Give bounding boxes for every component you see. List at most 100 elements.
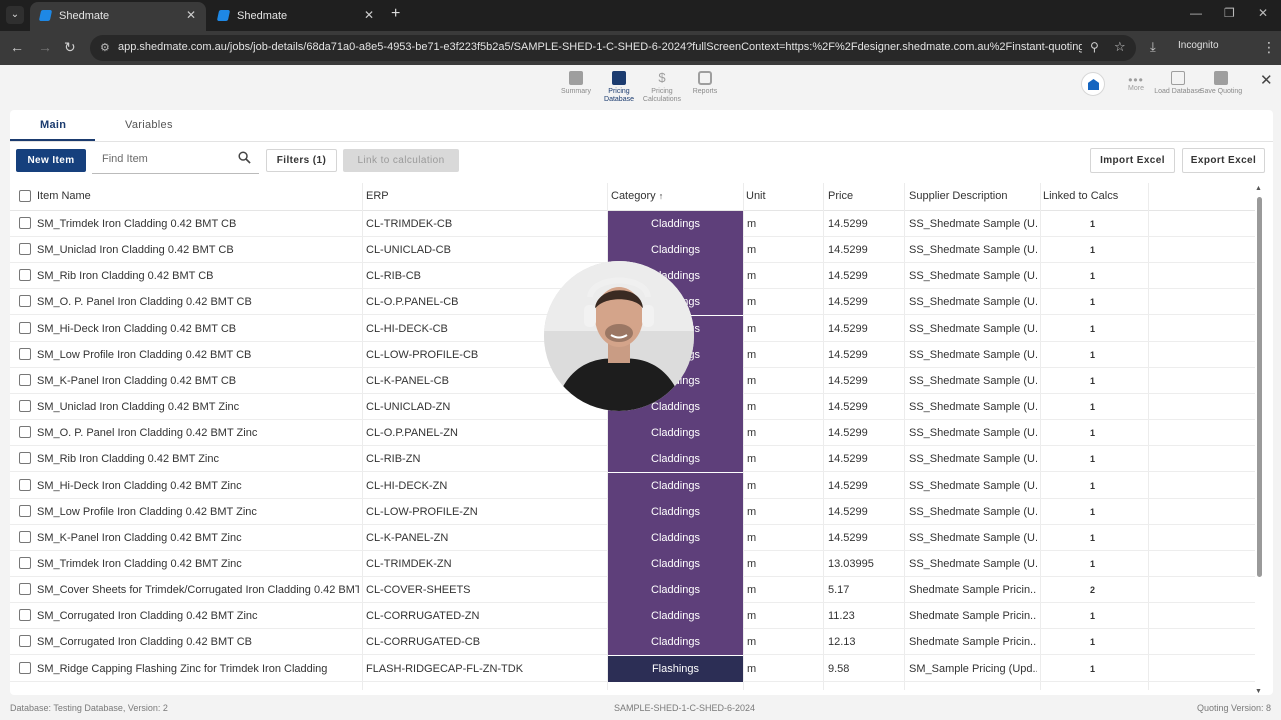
window-close-icon[interactable]: ✕ [1258,6,1268,20]
table-row[interactable]: SM_Cover Sheets for Trimdek/Corrugated I… [10,577,1255,604]
filters-button[interactable]: Filters (1) [266,149,337,172]
cell-item-name: SM_Low Profile Iron Cladding 0.42 BMT Zi… [37,505,257,518]
tab-search-icon[interactable]: ⌄ [6,6,24,24]
browser-tab-active[interactable]: Shedmate ✕ [30,2,206,31]
reload-icon[interactable]: ↻ [64,39,76,56]
row-checkbox[interactable] [19,243,31,256]
cell-linked-count[interactable]: 1 [1090,219,1095,229]
cell-linked-count[interactable]: 1 [1090,402,1095,412]
row-checkbox[interactable] [19,400,31,413]
cell-linked-count[interactable]: 1 [1090,376,1095,386]
table-row[interactable]: SM_K-Panel Iron Cladding 0.42 BMT Zinc CL… [10,524,1255,551]
new-item-button[interactable]: New Item [16,149,86,172]
cell-unit: m [747,531,757,544]
cell-price: 14.5299 [828,479,868,492]
cell-linked-count[interactable]: 1 [1090,454,1095,464]
cell-linked-count[interactable]: 1 [1090,611,1095,621]
cell-linked-count[interactable]: 1 [1090,664,1095,674]
cell-linked-count[interactable]: 1 [1090,271,1095,281]
export-excel-button[interactable]: Export Excel [1182,148,1265,173]
scroll-up-icon[interactable]: ▲ [1255,185,1262,192]
close-tab-icon[interactable]: ✕ [186,8,196,22]
header-price[interactable]: Price [828,190,853,202]
minimize-icon[interactable]: — [1190,6,1202,20]
row-checkbox[interactable] [19,426,31,439]
zoom-icon[interactable]: ⚲ [1090,40,1099,54]
nav-reports[interactable]: Reports [680,71,730,96]
header-category[interactable]: Category ↑ [611,190,663,202]
row-checkbox[interactable] [19,217,31,229]
row-checkbox[interactable] [19,452,31,465]
row-checkbox[interactable] [19,295,31,308]
cell-linked-count[interactable]: 1 [1090,350,1095,360]
browser-menu-icon[interactable]: ⋮ [1262,39,1276,56]
cell-linked-count[interactable]: 1 [1090,245,1095,255]
table-row[interactable]: SM_Corrugated Iron Cladding 0.42 BMT CB C… [10,629,1255,656]
cell-unit: m [747,505,757,518]
save-quoting-button[interactable]: Save Quoting [1196,71,1246,96]
row-checkbox[interactable] [19,478,31,491]
back-icon[interactable]: ← [10,39,24,55]
tab-main[interactable]: Main [40,119,66,131]
header-linked-to-calcs[interactable]: Linked to Calcs [1043,190,1118,202]
scroll-down-icon[interactable]: ▼ [1255,688,1262,695]
bookmark-star-icon[interactable]: ☆ [1114,39,1126,55]
select-all-checkbox[interactable] [19,190,31,202]
table-row[interactable]: SM_O. P. Panel Iron Cladding 0.42 BMT Zi… [10,420,1255,447]
close-tab-icon[interactable]: ✕ [364,8,374,22]
row-checkbox[interactable] [19,583,31,596]
cell-item-name: SM_Corrugated Iron Cladding 0.42 BMT Zin… [37,610,258,623]
address-bar[interactable]: ⚙ app.shedmate.com.au/jobs/job-details/6… [90,35,1136,61]
cell-price: 14.5299 [828,531,868,544]
cell-unit: m [747,557,757,570]
scrollbar-thumb[interactable] [1257,197,1262,577]
incognito-badge[interactable]: Incognito [1178,40,1219,51]
new-tab-icon[interactable]: + [391,5,400,23]
row-checkbox[interactable] [19,321,31,334]
header-item-name[interactable]: Item Name [37,190,91,202]
cell-linked-count[interactable]: 1 [1090,533,1095,543]
cell-linked-count[interactable]: 1 [1090,297,1095,307]
table-scrollbar[interactable]: ▲ ▼ [1255,185,1263,695]
search-icon[interactable] [238,151,251,164]
table-row[interactable]: SM_Corrugated Iron Cladding 0.42 BMT Zin… [10,603,1255,630]
row-checkbox[interactable] [19,269,31,282]
cell-linked-count[interactable]: 1 [1090,559,1095,569]
table-row[interactable]: SM_Ridge Capping Flashing Zinc for Trimd… [10,655,1255,682]
cell-linked-count[interactable]: 1 [1090,481,1095,491]
header-erp[interactable]: ERP [366,190,389,202]
site-info-icon[interactable]: ⚙ [100,41,113,54]
row-checkbox[interactable] [19,635,31,648]
header-supplier-description[interactable]: Supplier Description [909,190,1007,202]
table-row[interactable]: SM_Rib Iron Cladding 0.42 BMT Zinc CL-RIB… [10,446,1255,473]
row-checkbox[interactable] [19,373,31,386]
cell-linked-count[interactable]: 1 [1090,324,1095,334]
close-icon[interactable]: ✕ [1260,71,1273,89]
forward-icon[interactable]: → [38,39,52,55]
cell-linked-count[interactable]: 2 [1090,585,1095,595]
table-row[interactable]: SM_Hi-Deck Iron Cladding 0.42 BMT Zinc CL… [10,472,1255,499]
row-checkbox[interactable] [19,609,31,622]
link-to-calculation-button[interactable]: Link to calculation [343,149,459,172]
table-row[interactable]: SM_Low Profile Iron Cladding 0.42 BMT Zi… [10,498,1255,525]
tab-variables[interactable]: Variables [125,119,173,131]
row-checkbox[interactable] [19,530,31,543]
browser-tab[interactable]: Shedmate ✕ [208,2,384,31]
row-checkbox[interactable] [19,347,31,360]
import-excel-button[interactable]: Import Excel [1090,148,1175,173]
row-checkbox[interactable] [19,504,31,517]
download-icon[interactable]: ⤓ [1150,39,1156,55]
table-row[interactable]: SM_Trimdek Iron Cladding 0.42 BMT CB CL-T… [10,211,1255,237]
cell-linked-count[interactable]: 1 [1090,507,1095,517]
restore-icon[interactable]: ❐ [1224,6,1235,20]
cell-linked-count[interactable]: 1 [1090,637,1095,647]
company-logo-icon[interactable] [1081,72,1105,96]
row-checkbox[interactable] [19,661,31,674]
search-input[interactable] [102,153,232,165]
table-row[interactable]: SM_Uniclad Iron Cladding 0.42 BMT CB CL-U… [10,237,1255,264]
header-unit[interactable]: Unit [746,190,766,202]
more-menu[interactable]: ••• More [1122,74,1150,92]
cell-linked-count[interactable]: 1 [1090,428,1095,438]
row-checkbox[interactable] [19,556,31,569]
table-row[interactable]: SM_Trimdek Iron Cladding 0.42 BMT Zinc CL… [10,550,1255,577]
